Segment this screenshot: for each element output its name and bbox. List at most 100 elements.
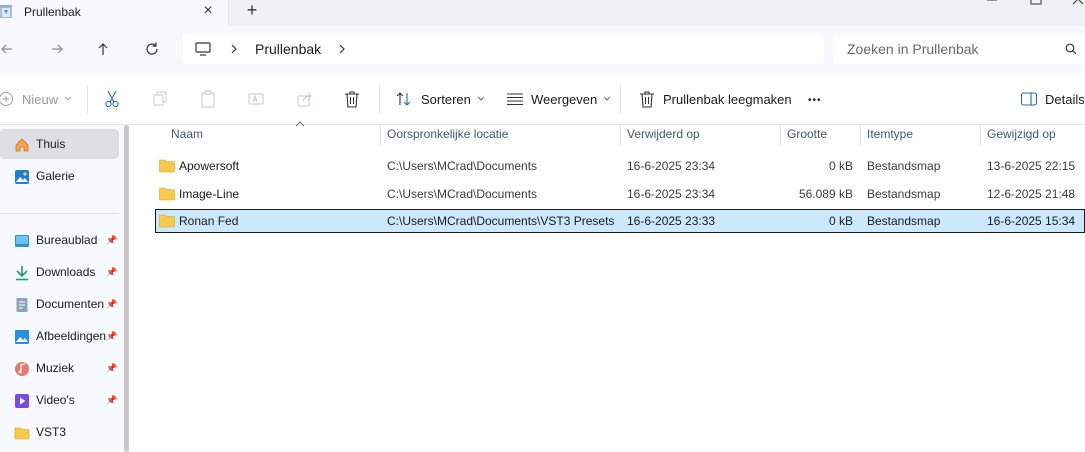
cut-button[interactable]	[104, 88, 120, 110]
paste-button[interactable]	[200, 88, 216, 110]
sidebar-item-muziek[interactable]: Muziek 📌	[0, 353, 119, 383]
sidebar-item-bureaublad[interactable]: Bureaublad 📌	[0, 225, 119, 255]
sidebar-item-label: Video's	[36, 393, 75, 407]
share-button[interactable]	[297, 88, 313, 110]
pin-icon[interactable]: 📌	[106, 235, 117, 246]
sort-button[interactable]: Sorteren	[395, 88, 485, 110]
chevron-down-icon	[64, 96, 72, 101]
sidebar-scrollbar-thumb[interactable]	[124, 125, 129, 452]
details-pane-button[interactable]: Details	[1021, 88, 1085, 110]
cell-name: Ronan Fed	[179, 214, 239, 228]
cell-deleted: 16-6-2025 23:33	[627, 214, 716, 228]
folder-icon	[159, 214, 175, 228]
pictures-icon	[15, 330, 29, 344]
column-header-naam[interactable]: Naam	[164, 121, 380, 145]
cell-name: Apowersoft	[179, 159, 240, 173]
new-tab-button[interactable]: +	[243, 1, 261, 19]
table-row[interactable]: Image-Line C:\Users\MCrad\Documents 16-6…	[155, 182, 1085, 206]
sidebar-divider	[0, 213, 119, 214]
column-header-label: Naam	[171, 127, 204, 141]
documents-icon	[16, 298, 28, 312]
cell-name: Image-Line	[179, 187, 240, 201]
cell-deleted: 16-6-2025 23:34	[627, 159, 716, 173]
tab-prullenbak[interactable]: Prullenbak ×	[0, 0, 229, 26]
more-options-icon: •••	[808, 94, 822, 106]
delete-button[interactable]	[344, 88, 360, 110]
navigation-pane: Thuis Galerie Bureaublad 📌 Downloads 📌 D…	[0, 125, 125, 452]
sidebar-item-thuis[interactable]: Thuis	[0, 129, 119, 159]
sidebar-item-label: Afbeeldingen	[36, 329, 107, 343]
copy-button[interactable]	[152, 88, 168, 110]
more-options-button[interactable]: •••	[808, 89, 822, 111]
empty-recycle-bin-button[interactable]: Prullenbak leegmaken	[639, 88, 792, 110]
title-bar: Prullenbak × +	[0, 0, 1085, 26]
sidebar-item-label: Documenten	[36, 297, 105, 311]
maximize-icon[interactable]	[1029, 0, 1043, 8]
sidebar-item-label: Thuis	[36, 137, 66, 151]
cell-type: Bestandsmap	[867, 214, 941, 228]
toolbar-divider	[620, 85, 621, 113]
sidebar-item-galerie[interactable]: Galerie	[0, 161, 119, 191]
cell-modified: 13-6-2025 22:15	[987, 159, 1076, 173]
pin-icon[interactable]: 📌	[106, 395, 117, 406]
pin-icon[interactable]: 📌	[106, 331, 117, 342]
sidebar-item-afbeeldingen[interactable]: Afbeeldingen 📌	[0, 321, 119, 351]
up-button[interactable]	[92, 38, 114, 60]
close-window-icon[interactable]	[1071, 0, 1085, 8]
view-button[interactable]: Weergeven	[507, 88, 611, 110]
column-header-label: Grootte	[787, 127, 828, 141]
column-header-location[interactable]: Oorspronkelijke locatie	[380, 125, 620, 145]
close-tab-button[interactable]: ×	[199, 2, 217, 20]
address-bar[interactable]: Prullenbak	[183, 35, 824, 64]
table-row[interactable]: Apowersoft C:\Users\MCrad\Documents 16-6…	[155, 154, 1085, 178]
column-header-label: Gewijzigd op	[987, 127, 1056, 141]
sidebar-item-label: Galerie	[36, 169, 75, 183]
pin-icon[interactable]: 📌	[106, 363, 117, 374]
chevron-right-icon[interactable]	[338, 43, 346, 55]
column-header-deleted[interactable]: Verwijderd op	[620, 125, 780, 145]
rename-button[interactable]	[248, 88, 264, 110]
column-header-label: Itemtype	[867, 127, 914, 141]
cell-location: C:\Users\MCrad\Documents	[387, 187, 538, 201]
chevron-right-icon[interactable]	[230, 43, 238, 55]
sidebar-item-vst3[interactable]: VST3	[0, 417, 119, 447]
back-button[interactable]	[0, 38, 18, 60]
column-header-type[interactable]: Itemtype	[860, 125, 980, 145]
sidebar-item-downloads[interactable]: Downloads 📌	[0, 257, 119, 287]
search-placeholder: Zoeken in Prullenbak	[847, 41, 979, 57]
sidebar-item-label: VST3	[36, 425, 67, 439]
cell-location: C:\Users\MCrad\Documents	[387, 159, 538, 173]
sidebar-item-videos[interactable]: Video's 📌	[0, 385, 119, 415]
file-list: Naam Oorspronkelijke locatie Verwijderd …	[135, 121, 1085, 452]
cell-location: C:\Users\MCrad\Documents\VST3 Presets	[387, 214, 615, 228]
cell-modified: 12-6-2025 21:48	[987, 187, 1076, 201]
column-header-size[interactable]: Grootte	[780, 125, 860, 145]
copy-icon	[153, 91, 167, 106]
column-header-modified[interactable]: Gewijzigd op	[980, 125, 1085, 145]
sidebar-item-documenten[interactable]: Documenten 📌	[0, 289, 119, 319]
column-header-label: Verwijderd op	[627, 127, 700, 141]
videos-icon	[15, 394, 29, 408]
details-pane-icon	[1021, 92, 1037, 106]
cell-type: Bestandsmap	[867, 159, 941, 173]
cell-size: 56.089 kB	[798, 187, 853, 201]
refresh-button[interactable]	[141, 38, 163, 60]
folder-icon	[14, 427, 30, 440]
sidebar-item-label: Bureaublad	[36, 233, 98, 247]
rename-icon	[248, 93, 264, 105]
table-row-selected[interactable]: Ronan Fed C:\Users\MCrad\Documents\VST3 …	[155, 209, 1085, 233]
pin-icon[interactable]: 📌	[106, 267, 117, 278]
breadcrumb-prullenbak[interactable]: Prullenbak	[255, 41, 321, 57]
pin-icon[interactable]: 📌	[106, 299, 117, 310]
search-input[interactable]: Zoeken in Prullenbak	[833, 35, 1085, 64]
new-button[interactable]: Nieuw	[0, 88, 72, 110]
forward-button[interactable]	[46, 38, 68, 60]
clipboard-icon	[201, 90, 215, 108]
minimize-icon[interactable]	[985, 0, 999, 8]
sort-ascending-icon	[295, 121, 305, 127]
gallery-icon	[15, 170, 29, 184]
scissors-icon	[105, 90, 119, 108]
cell-size: 0 kB	[828, 159, 853, 173]
share-icon	[297, 92, 312, 107]
column-header-label: Oorspronkelijke locatie	[387, 127, 509, 141]
